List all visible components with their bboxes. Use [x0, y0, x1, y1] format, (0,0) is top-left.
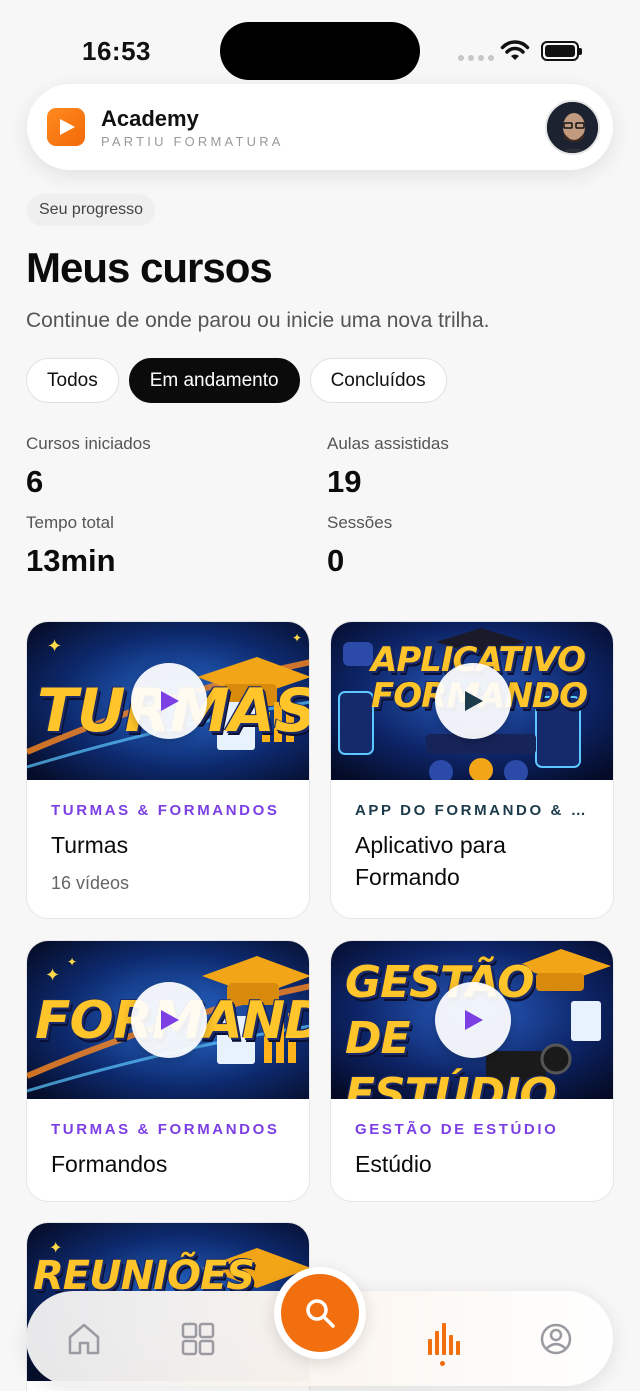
course-video-count: 16 vídeos	[51, 873, 130, 893]
dynamic-island	[220, 22, 420, 80]
svg-text:✦: ✦	[67, 955, 77, 969]
active-tab-indicator	[440, 1361, 445, 1366]
svg-text:✦: ✦	[292, 631, 302, 645]
course-category: TURMAS & FORMANDOS	[51, 1121, 280, 1138]
course-thumbnail: ✦✦ TURMAS	[27, 622, 309, 780]
course-thumbnail: GESTÃO DE ESTÚDIO	[331, 941, 613, 1099]
course-category: TURMAS & FORMANDOS	[51, 802, 280, 819]
play-button[interactable]	[435, 982, 511, 1058]
user-circle-icon[interactable]	[536, 1319, 576, 1359]
play-logo-icon[interactable]	[47, 108, 85, 146]
course-title: Aplicativo para Formando	[355, 832, 506, 890]
stat-value: 6	[26, 464, 44, 499]
stat-value: 19	[327, 464, 362, 499]
search-button[interactable]	[274, 1267, 366, 1359]
signal-dots-icon	[458, 55, 494, 61]
stat-lessons-watched: Aulas assistidas 19	[327, 434, 607, 500]
search-icon	[306, 1299, 335, 1328]
course-category: APP DO FORMANDO & ...	[355, 802, 589, 819]
course-card[interactable]: APLICATIVO FORMANDO APP DO FORMANDO & ..…	[330, 621, 614, 919]
status-bar: 16:53	[0, 0, 640, 90]
stat-value: 13min	[26, 543, 116, 578]
course-card[interactable]: ✦✦ TURMAS TURMAS & FORMANDOS Turmas 16 v…	[26, 621, 310, 919]
play-button[interactable]	[435, 663, 511, 739]
svg-text:✦: ✦	[47, 636, 62, 656]
stat-label: Sessões	[327, 513, 393, 532]
stat-label: Tempo total	[26, 513, 114, 532]
filter-em-andamento[interactable]: Em andamento	[128, 358, 300, 403]
progress-label: Seu progresso	[27, 194, 156, 226]
user-avatar[interactable]	[545, 100, 600, 155]
svg-text:✦: ✦	[45, 965, 60, 985]
page-subtitle: Continue de onde parou ou inicie uma nov…	[26, 309, 490, 332]
stat-total-time: Tempo total 13min	[26, 513, 306, 579]
play-button[interactable]	[131, 663, 207, 739]
course-title: Formandos	[51, 1151, 168, 1177]
filter-concluidos[interactable]: Concluídos	[309, 358, 447, 403]
course-card[interactable]: ✦✦ FORMANDOS TURMAS & FORMANDOS Formando…	[26, 940, 310, 1202]
status-time: 16:53	[82, 36, 151, 66]
stat-label: Aulas assistidas	[327, 434, 449, 453]
course-thumbnail: ✦✦ FORMANDOS	[27, 941, 309, 1099]
filter-tabs: Todos Em andamento Concluídos	[26, 358, 447, 403]
app-header: Academy PARTIU FORMATURA	[27, 84, 613, 170]
course-card[interactable]: GESTÃO DE ESTÚDIO GESTÃO DE ESTÚDIO Estú…	[330, 940, 614, 1202]
home-icon[interactable]	[64, 1319, 104, 1359]
stat-sessions: Sessões 0	[327, 513, 607, 579]
course-title: Estúdio	[355, 1151, 432, 1177]
chart-bars-icon[interactable]	[422, 1319, 462, 1359]
course-title: Turmas	[51, 832, 129, 858]
app-subtitle: PARTIU FORMATURA	[101, 134, 284, 149]
page-title: Meus cursos	[26, 244, 273, 291]
grid-icon[interactable]	[178, 1319, 218, 1359]
app-title: Academy	[101, 106, 199, 131]
play-button[interactable]	[131, 982, 207, 1058]
filter-todos[interactable]: Todos	[26, 358, 119, 403]
wifi-icon	[500, 40, 530, 60]
course-category: GESTÃO DE ESTÚDIO	[355, 1121, 559, 1138]
stat-label: Cursos iniciados	[26, 434, 151, 453]
stat-courses-started: Cursos iniciados 6	[26, 434, 306, 500]
course-thumbnail: APLICATIVO FORMANDO	[331, 622, 613, 780]
stat-value: 0	[327, 543, 345, 578]
battery-icon	[541, 41, 582, 61]
